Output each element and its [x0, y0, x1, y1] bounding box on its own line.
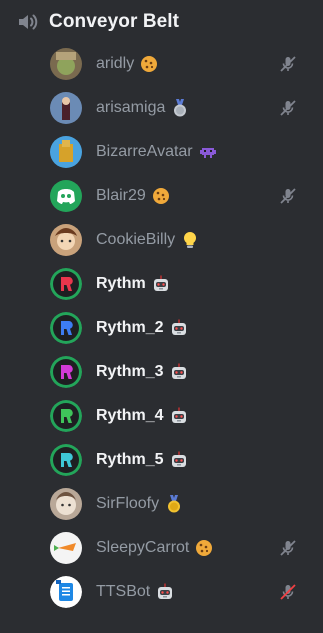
- member-name: Rythm_5: [96, 451, 164, 468]
- avatar: [50, 356, 82, 388]
- cookie-icon: [139, 54, 159, 74]
- channel-title: Conveyor Belt: [49, 11, 180, 32]
- avatar: [50, 224, 82, 256]
- muted-microphone-icon: [278, 98, 298, 118]
- member-name: SleepyCarrot: [96, 539, 190, 556]
- avatar: [50, 92, 82, 124]
- avatar: [50, 180, 82, 212]
- voice-member-cookiebilly[interactable]: CookieBilly: [50, 220, 310, 260]
- voice-member-ttsbot[interactable]: TTSBot: [50, 572, 310, 612]
- voice-member-rythm-3[interactable]: Rythm_3: [50, 352, 310, 392]
- avatar: [50, 532, 82, 564]
- purple-invader-icon: [198, 142, 218, 162]
- voice-member-bizarreavatar[interactable]: BizarreAvatar: [50, 132, 310, 172]
- voice-member-arisamiga[interactable]: arisamiga: [50, 88, 310, 128]
- robot-icon: [169, 362, 189, 382]
- avatar: [50, 576, 82, 608]
- gold-medal-icon: [164, 494, 184, 514]
- avatar: [50, 400, 82, 432]
- muted-microphone-icon: [278, 54, 298, 74]
- member-name: Rythm: [96, 275, 146, 292]
- server-muted-microphone-icon: [278, 582, 298, 602]
- member-name: Rythm_3: [96, 363, 164, 380]
- avatar: [50, 268, 82, 300]
- cookie-icon: [151, 186, 171, 206]
- voice-member-sleepycarrot[interactable]: SleepyCarrot: [50, 528, 310, 568]
- muted-microphone-icon: [278, 538, 298, 558]
- avatar: [50, 488, 82, 520]
- robot-icon: [169, 406, 189, 426]
- voice-member-blair29[interactable]: Blair29: [50, 176, 310, 216]
- voice-member-rythm-4[interactable]: Rythm_4: [50, 396, 310, 436]
- silver-medal-icon: [170, 98, 190, 118]
- voice-member-rythm[interactable]: Rythm: [50, 264, 310, 304]
- avatar: [50, 136, 82, 168]
- lightbulb-icon: [180, 230, 200, 250]
- avatar: [50, 48, 82, 80]
- member-name: aridly: [96, 55, 135, 72]
- member-name: Rythm_2: [96, 319, 164, 336]
- robot-icon: [169, 450, 189, 470]
- speaker-icon: [16, 10, 40, 34]
- cookie-icon: [194, 538, 214, 558]
- avatar: [50, 444, 82, 476]
- member-name: Blair29: [96, 187, 146, 204]
- robot-icon: [151, 274, 171, 294]
- avatar: [50, 312, 82, 344]
- member-name: Rythm_4: [96, 407, 164, 424]
- robot-icon: [155, 582, 175, 602]
- muted-microphone-icon: [278, 186, 298, 206]
- voice-member-aridly[interactable]: aridly: [50, 44, 310, 84]
- member-name: arisamiga: [96, 99, 166, 116]
- member-name: SirFloofy: [96, 495, 160, 512]
- robot-icon: [169, 318, 189, 338]
- voice-member-rythm-2[interactable]: Rythm_2: [50, 308, 310, 348]
- member-name: CookieBilly: [96, 231, 176, 248]
- member-name: BizarreAvatar: [96, 143, 193, 160]
- voice-member-sirfloofy[interactable]: SirFloofy: [50, 484, 310, 524]
- voice-member-rythm-5[interactable]: Rythm_5: [50, 440, 310, 480]
- member-name: TTSBot: [96, 583, 151, 600]
- voice-channel-header[interactable]: Conveyor Belt: [0, 0, 323, 44]
